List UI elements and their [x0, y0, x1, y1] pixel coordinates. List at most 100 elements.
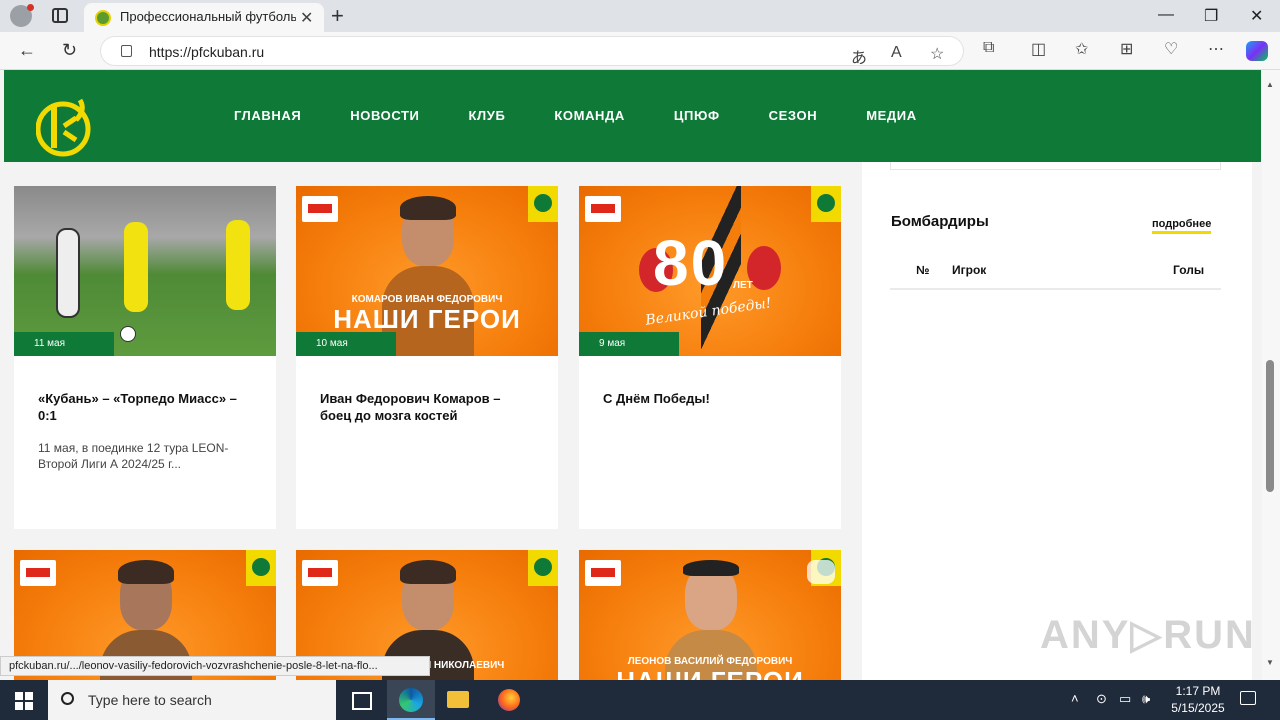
stamp-logo-icon [20, 560, 56, 586]
news-image-match[interactable]: 11 мая [14, 186, 276, 356]
nav-item-club[interactable]: КЛУБ [469, 108, 506, 123]
back-arrow-icon[interactable]: ← [18, 40, 36, 61]
nav-item-season[interactable]: СЕЗОН [769, 108, 818, 123]
main-navigation: ГЛАВНАЯ НОВОСТИ КЛУБ КОМАНДА ЦПЮФ СЕЗОН … [234, 108, 966, 123]
status-link-preview: pfckuban.ru/.../leonov-vasiliy-fedorovic… [0, 656, 430, 676]
stamp-logo-icon [302, 560, 338, 586]
news-title[interactable]: «Кубань» – «Торпедо Миасс» – 0:1 [38, 390, 253, 424]
news-date-tag: 11 мая [14, 332, 114, 356]
anniversary-number: 80 [653, 227, 729, 299]
favorite-star-icon[interactable]: ☆ [930, 44, 944, 64]
profile-avatar-icon[interactable] [10, 4, 34, 27]
extensions-icon[interactable]: ⧉ [983, 39, 994, 57]
fc-kuban-logo[interactable] [36, 96, 94, 158]
network-icon[interactable]: ▭ [1119, 691, 1131, 707]
club-corner-logo-icon [811, 186, 841, 222]
news-image-heroes[interactable]: ЛЕОНОВ ВАСИЛИЙ ФЕДОРОВИЧ НАШИ ГЕРОИ [579, 550, 841, 680]
site-favicon-icon [95, 10, 111, 26]
browser-essentials-icon[interactable]: ♡ [1164, 39, 1178, 59]
anniversary-years: ЛЕТ [733, 280, 753, 291]
browser-tab[interactable]: Профессиональный футбольный клуб Кубань … [84, 3, 324, 32]
windows-taskbar: Type here to search ˄ ⊙ ▭ 🕪 1:17 PM 5/15… [0, 680, 1280, 720]
scorers-more-link[interactable]: подробнее [1152, 218, 1212, 234]
web-page: ГЛАВНАЯ НОВОСТИ КЛУБ КОМАНДА ЦПЮФ СЕЗОН … [0, 70, 1262, 680]
news-date-tag: 9 мая [579, 332, 679, 356]
stamp-logo-icon [585, 560, 621, 586]
scroll-up-arrow-icon[interactable]: ▲ [1266, 80, 1274, 89]
scorers-title: Бомбардиры [891, 213, 989, 230]
sidebar-widget-bottom [890, 162, 1221, 170]
nav-item-news[interactable]: НОВОСТИ [350, 108, 419, 123]
clock-time: 1:17 PM [1175, 684, 1221, 698]
news-excerpt: 11 мая, в поединке 12 тура LEON-Второй Л… [38, 441, 229, 471]
news-card[interactable]: КОМАРОВ ИВАН ФЕДОРОВИЧ НАШИ ГЕРОИ 10 мая… [296, 186, 558, 529]
news-image-heroes[interactable]: КОМАРОВ ИВАН ФЕДОРОВИЧ НАШИ ГЕРОИ 10 мая [296, 186, 558, 356]
column-header-player: Игрок [952, 263, 987, 277]
taskbar-search-box[interactable]: Type here to search [48, 680, 336, 720]
volume-icon[interactable]: 🕪 [1142, 691, 1150, 707]
club-corner-logo-icon [528, 550, 558, 586]
stamp-logo-icon [302, 196, 338, 222]
window-maximize-button[interactable]: ❐ [1204, 6, 1218, 26]
tab-actions-icon[interactable] [52, 8, 68, 23]
translate-icon[interactable]: あ [851, 44, 867, 68]
site-header: ГЛАВНАЯ НОВОСТИ КЛУБ КОМАНДА ЦПЮФ СЕЗОН … [4, 70, 1261, 162]
copilot-icon[interactable] [1246, 41, 1268, 61]
address-bar[interactable]: https://pfckuban.ru あ A ☆ [100, 36, 964, 68]
favorites-icon[interactable]: ✩ [1075, 39, 1088, 59]
taskbar-clock[interactable]: 1:17 PM 5/15/2025 [1166, 683, 1230, 717]
news-title[interactable]: С Днём Победы! [603, 390, 818, 407]
firefox-icon[interactable] [485, 680, 533, 720]
read-aloud-icon[interactable]: A [891, 44, 902, 62]
search-icon [61, 692, 74, 705]
news-date-tag: 10 мая [296, 332, 396, 356]
scroll-down-arrow-icon[interactable]: ▼ [1266, 658, 1274, 667]
tab-close-icon[interactable]: ✕ [300, 8, 313, 28]
file-explorer-icon[interactable] [435, 680, 483, 720]
stamp-logo-icon [585, 196, 621, 222]
tray-app-icon[interactable]: ⊙ [1096, 691, 1107, 707]
collections-icon[interactable]: ⊞ [1120, 39, 1133, 59]
news-card[interactable]: ЛЕОНОВ ВАСИЛИЙ ФЕДОРОВИЧ НАШИ ГЕРОИ [579, 550, 841, 680]
notification-icon[interactable] [1240, 691, 1256, 705]
address-toolbar: ← ↻ https://pfckuban.ru あ A ☆ ⧉ ◫ ✩ ⊞ ♡ … [0, 32, 1280, 70]
anyrun-watermark: ANY▷RUN [1040, 613, 1256, 657]
nav-item-media[interactable]: МЕДИА [866, 108, 917, 123]
nav-item-team[interactable]: КОМАНДА [554, 108, 625, 123]
scroll-thumb[interactable] [1266, 360, 1274, 492]
table-divider [890, 288, 1221, 290]
nav-item-academy[interactable]: ЦПЮФ [674, 108, 720, 123]
player-figure [124, 222, 148, 312]
page-scrollbar[interactable]: ▲ ▼ [1262, 70, 1280, 680]
column-header-number: № [916, 263, 930, 277]
lock-icon [121, 45, 132, 57]
tray-chevron-icon[interactable]: ˄ [1071, 691, 1079, 706]
more-menu-icon[interactable]: ⋯ [1208, 39, 1224, 59]
new-tab-button[interactable]: + [331, 3, 344, 29]
player-figure [226, 220, 250, 310]
hero-heading: НАШИ ГЕРОИ [579, 666, 841, 680]
url-text[interactable]: https://pfckuban.ru [149, 44, 264, 60]
browser-tab-bar: Профессиональный футбольный клуб Кубань … [0, 0, 1280, 32]
edge-browser-icon[interactable] [387, 680, 435, 720]
news-card[interactable]: 11 мая «Кубань» – «Торпедо Миасс» – 0:1 … [14, 186, 276, 529]
clock-date: 5/15/2025 [1171, 701, 1225, 715]
nav-item-home[interactable]: ГЛАВНАЯ [234, 108, 301, 123]
split-screen-icon[interactable]: ◫ [1031, 39, 1046, 59]
tab-title: Профессиональный футбольный клуб Кубань [120, 9, 296, 24]
news-image-victory[interactable]: 80 ЛЕТ Великой победы! 9 мая [579, 186, 841, 356]
club-corner-logo-icon [528, 186, 558, 222]
ball-icon [120, 326, 136, 342]
news-title[interactable]: Иван Федорович Комаров – боец до мозга к… [320, 390, 535, 424]
refresh-icon[interactable]: ↻ [62, 40, 77, 61]
windows-start-icon[interactable] [15, 692, 33, 710]
visual-search-icon[interactable] [807, 560, 835, 584]
window-minimize-button[interactable]: — [1158, 6, 1174, 24]
window-close-button[interactable]: ✕ [1250, 6, 1263, 26]
task-view-icon[interactable] [336, 680, 384, 720]
club-corner-logo-icon [246, 550, 276, 586]
column-header-goals: Голы [1173, 263, 1205, 277]
news-card[interactable]: 80 ЛЕТ Великой победы! 9 мая С Днём Побе… [579, 186, 841, 529]
hero-heading: НАШИ ГЕРОИ [333, 304, 521, 334]
taskbar-search-placeholder: Type here to search [88, 692, 212, 708]
